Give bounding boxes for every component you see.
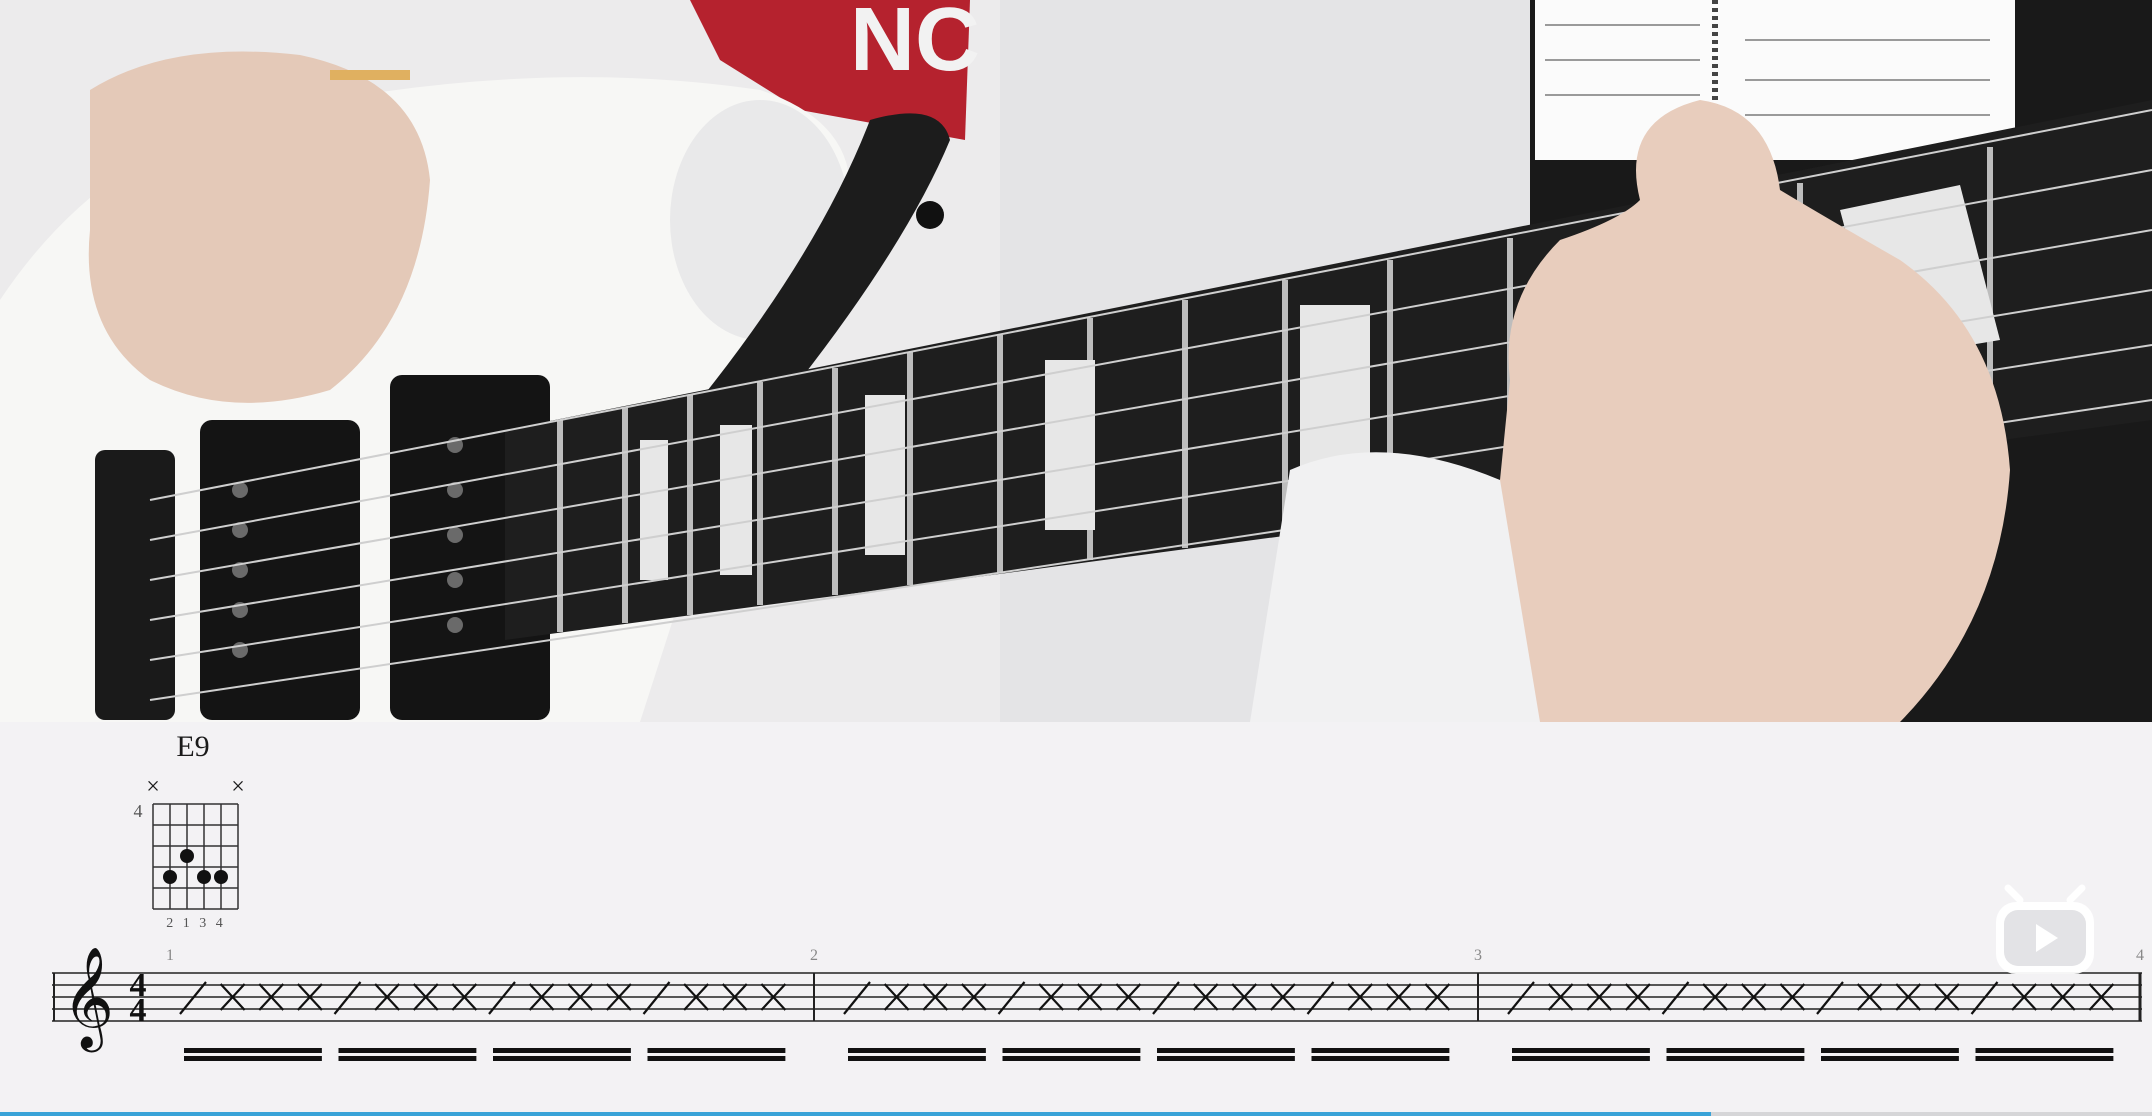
video-progress-bar[interactable] [0,1112,2152,1116]
finger-dot [214,870,228,884]
fingering-numbers: 2 1 3 4 [166,916,226,931]
time-signature-bottom: 4 [130,992,147,1029]
beam [338,1048,477,1053]
measure-number: 4 [2136,947,2144,964]
base-fret-label: 4 [134,801,143,821]
beam [1512,1056,1650,1061]
beam [1975,1056,2114,1061]
video-progress-fill [0,1112,1711,1116]
svg-text:NC: NC [850,0,980,90]
beam [493,1056,631,1061]
guitar-video-image: NC [0,0,2152,722]
staff-lines [52,972,2142,1022]
treble-clef-icon: 𝄞 [62,945,114,1053]
notation-panel: E9 × × 4 2 1 3 4 1 2 3 4 𝄞 4 4 [0,722,2152,1116]
beam [647,1056,786,1061]
finger-dot [163,870,177,884]
beam [1311,1048,1450,1053]
beam [338,1056,477,1061]
measure-number: 2 [810,947,818,964]
string-marker-low-e: × [146,774,160,800]
beam [848,1048,986,1053]
beam [1666,1056,1805,1061]
measure-number: 1 [166,947,174,964]
beam [647,1048,786,1053]
beam [184,1048,322,1053]
beam [493,1048,631,1053]
finger-dot [180,849,194,863]
finger-dot [197,870,211,884]
notation-svg: E9 × × 4 2 1 3 4 1 2 3 4 𝄞 4 4 [52,730,2144,1061]
beam [1002,1048,1141,1053]
beam [1821,1048,1959,1053]
beam [1311,1056,1450,1061]
beam [1512,1048,1650,1053]
chord-grid [152,803,239,910]
beam [1002,1056,1141,1061]
chord-diagram: E9 × × 4 2 1 3 4 [134,730,245,931]
beam [1157,1048,1295,1053]
measure-number: 3 [1474,947,1482,964]
beam [848,1056,986,1061]
bilibili-tv-icon[interactable] [1990,880,2100,980]
beam [184,1056,322,1061]
beam [1157,1056,1295,1061]
beam [1666,1048,1805,1053]
video-frame[interactable]: NC [0,0,2152,722]
chord-name: E9 [176,730,209,763]
beam [1975,1048,2114,1053]
string-marker-high-e: × [231,774,245,800]
beam [1821,1056,1959,1061]
